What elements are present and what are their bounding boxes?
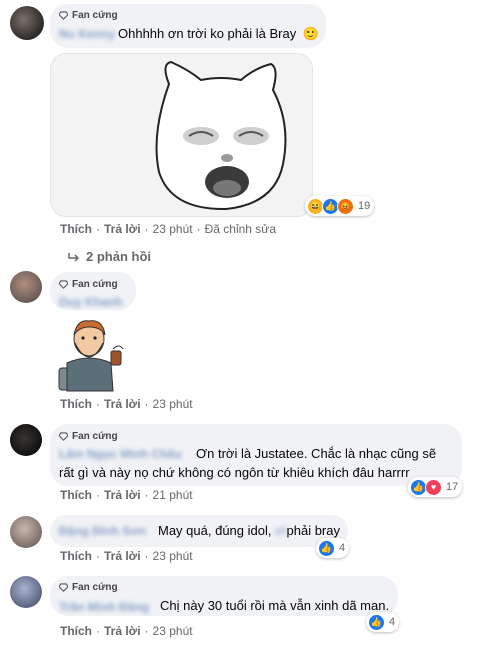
- like-link[interactable]: Thích: [60, 624, 92, 638]
- diamond-icon: [59, 432, 68, 441]
- reply-link[interactable]: Trả lời: [104, 488, 141, 502]
- meme-face-icon: [155, 60, 287, 211]
- like-link[interactable]: Thích: [60, 549, 92, 563]
- reply-link[interactable]: Trả lời: [104, 624, 141, 638]
- badge-label: Fan cứng: [72, 10, 118, 21]
- comment-author[interactable]: Trần Minh Đăng: [59, 599, 149, 614]
- timestamp[interactable]: 23 phút: [153, 397, 193, 411]
- badge-label: Fan cứng: [72, 279, 118, 290]
- edited-label: Đã chỉnh sửa: [204, 222, 276, 236]
- diamond-icon: [59, 583, 68, 592]
- comment-actions: Thích · Trả lời · 21 phút: [60, 488, 193, 502]
- avatar[interactable]: [10, 424, 42, 456]
- comment-author[interactable]: Đặng Đình Sơn: [59, 523, 146, 538]
- reaction-summary[interactable]: 👍 ♥ 17: [408, 477, 463, 497]
- reaction-count: 4: [339, 542, 346, 554]
- comment-author[interactable]: Lâm Ngọc Minh Châu: [59, 446, 182, 461]
- comment-text: May quá, đúng idol, ơiphải bray: [158, 523, 340, 538]
- timestamp[interactable]: 23 phút: [153, 549, 193, 563]
- comment-text-line-2: rất gì và này nọ chứ không có ngôn từ kh…: [59, 465, 410, 480]
- comment-actions: Thích · Trả lời · 23 phút · Đã chỉnh sửa: [60, 222, 276, 236]
- comment-text-line-1: Ơn trời là Justatee. Chắc là nhạc cũng s…: [196, 446, 437, 461]
- comment-sticker-image[interactable]: [50, 53, 313, 217]
- avatar[interactable]: [10, 516, 42, 548]
- reaction-count: 17: [446, 481, 459, 493]
- like-reaction-icon: 👍: [368, 613, 385, 631]
- comment-author[interactable]: Duy Khanh: [59, 294, 122, 309]
- fan-badge: Fan cứng: [59, 581, 118, 594]
- comment-text: Chị này 30 tuổi rồi mà vẫn xinh dã man.: [160, 598, 390, 613]
- comment-actions: Thích · Trả lời · 23 phút: [60, 397, 193, 411]
- smile-emoji-icon: 🙂: [302, 26, 320, 41]
- timestamp[interactable]: 23 phút: [153, 222, 193, 236]
- reply-link[interactable]: Trả lời: [104, 222, 141, 236]
- fan-badge: Fan cứng: [59, 278, 118, 291]
- like-link[interactable]: Thích: [60, 488, 92, 502]
- badge-label: Fan cứng: [72, 431, 118, 442]
- comment-actions: Thích · Trả lời · 23 phút: [60, 549, 193, 563]
- bearded-man-sticker-icon: [58, 320, 124, 392]
- reaction-summary[interactable]: 👍 4: [366, 612, 400, 632]
- reaction-summary[interactable]: 👍 4: [316, 538, 350, 558]
- avatar[interactable]: [10, 271, 42, 303]
- reply-link[interactable]: Trả lời: [104, 397, 141, 411]
- reaction-count: 19: [358, 200, 371, 212]
- diamond-icon: [59, 11, 68, 20]
- like-reaction-icon: 👍: [318, 539, 335, 557]
- avatar[interactable]: [10, 6, 44, 40]
- like-link[interactable]: Thích: [60, 397, 92, 411]
- angry-reaction-icon: 😡: [337, 197, 354, 215]
- diamond-icon: [59, 280, 68, 289]
- comment-sticker-image[interactable]: [53, 313, 133, 393]
- avatar[interactable]: [10, 576, 42, 608]
- comment-actions: Thích · Trả lời · 23 phút: [60, 624, 193, 638]
- badge-label: Fan cứng: [72, 582, 118, 593]
- fan-badge: Fan cứng: [59, 430, 118, 443]
- timestamp[interactable]: 23 phút: [153, 624, 193, 638]
- comment-author[interactable]: Nu Kenny: [59, 26, 115, 41]
- like-link[interactable]: Thích: [60, 222, 92, 236]
- fan-badge: Fan cứng: [59, 9, 118, 22]
- view-replies-link[interactable]: 2 phản hồi: [68, 249, 151, 264]
- reply-arrow-icon: [68, 252, 80, 262]
- reaction-count: 4: [389, 616, 396, 628]
- reaction-summary[interactable]: 😆 👍 😡 19: [305, 196, 375, 216]
- love-reaction-icon: ♥: [425, 478, 442, 496]
- comment-text: Ohhhhh ơn trời ko phải là Bray 🙂: [118, 26, 320, 41]
- reply-link[interactable]: Trả lời: [104, 549, 141, 563]
- timestamp[interactable]: 21 phút: [153, 488, 193, 502]
